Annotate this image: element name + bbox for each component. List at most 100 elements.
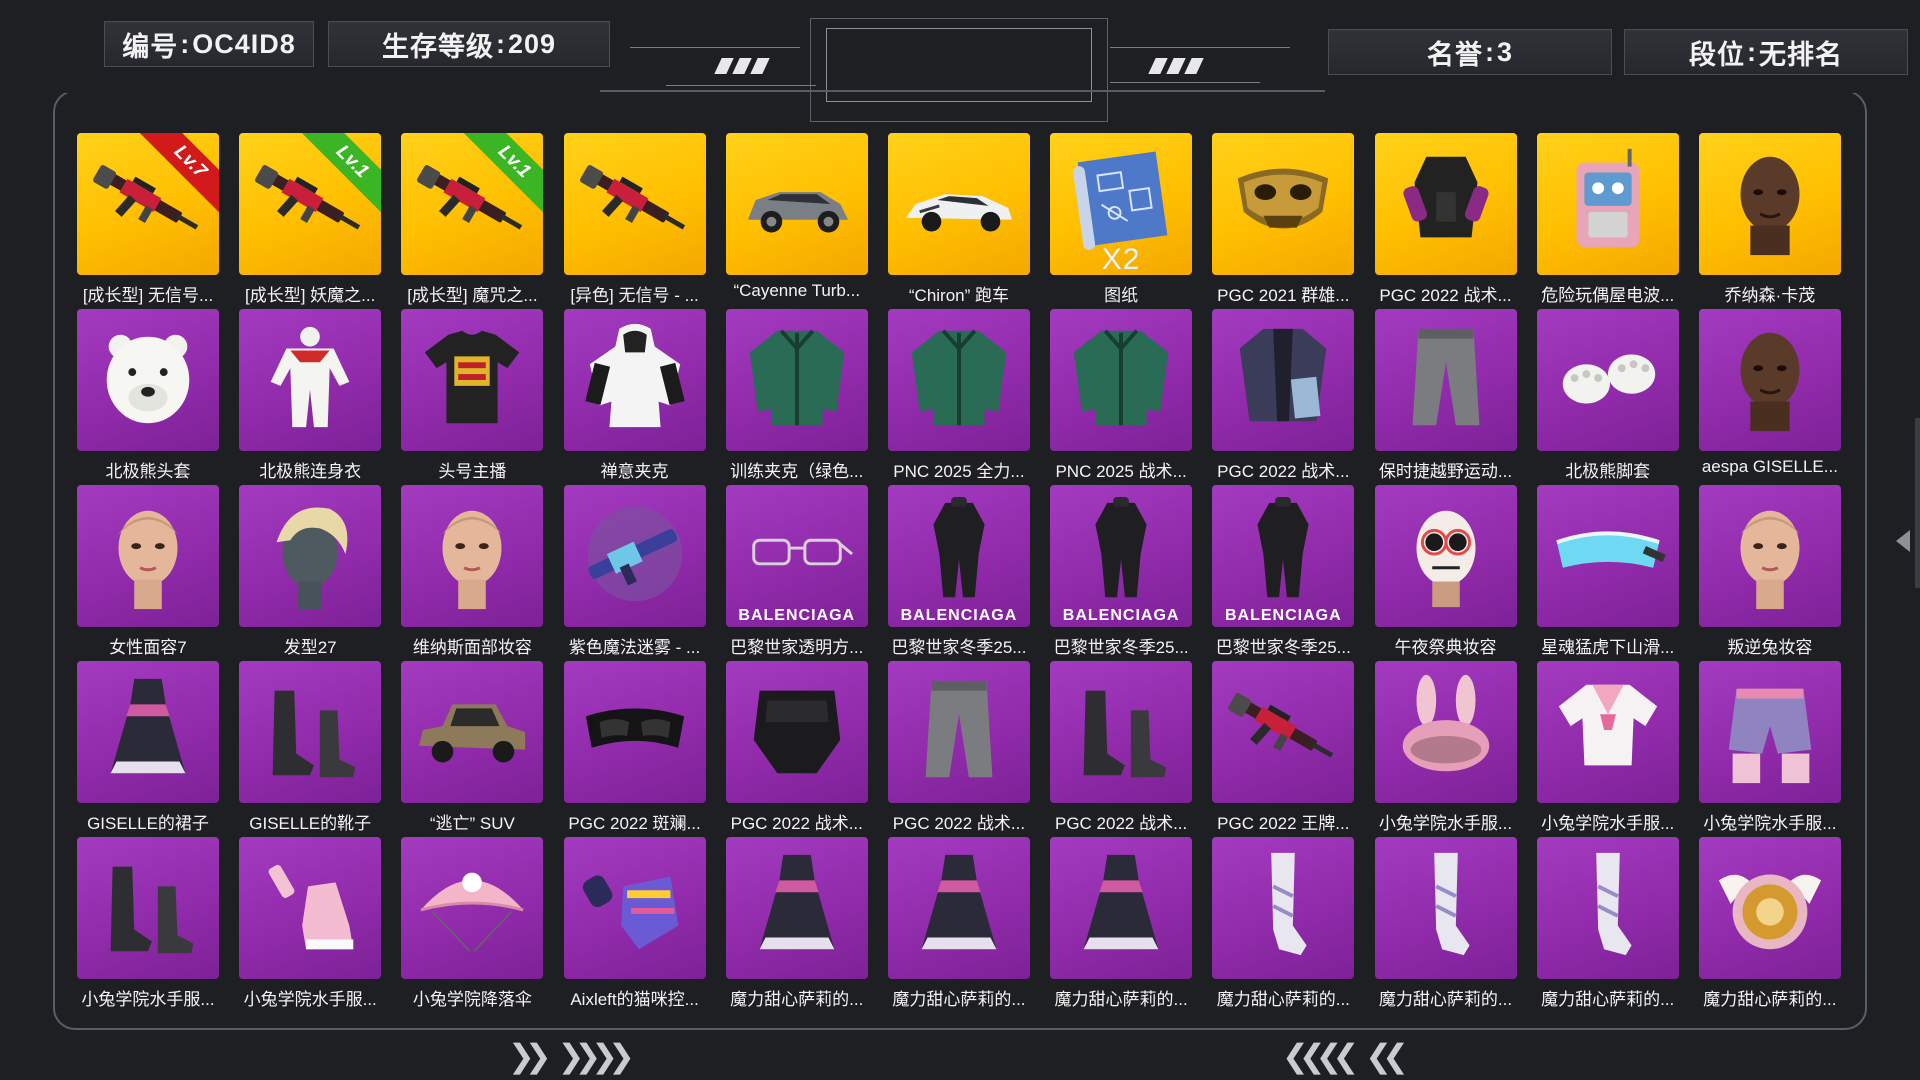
item-tile[interactable]: [563, 309, 706, 451]
inventory-item[interactable]: 北极熊脚套: [1536, 309, 1679, 481]
inventory-item[interactable]: GISELLE的裙子: [77, 661, 219, 833]
inventory-item[interactable]: 北极熊连身衣: [239, 309, 382, 481]
inventory-item[interactable]: 小兔学院水手服...: [1536, 661, 1679, 833]
item-tile[interactable]: [77, 837, 219, 979]
item-tile[interactable]: [887, 133, 1030, 275]
inventory-item[interactable]: PGC 2022 王牌...: [1212, 661, 1355, 833]
item-tile[interactable]: [887, 309, 1030, 451]
item-tile[interactable]: [563, 661, 706, 803]
inventory-item[interactable]: 保时捷越野运动...: [1374, 309, 1517, 481]
inventory-item[interactable]: 女性面容7: [77, 485, 219, 657]
inventory-item[interactable]: 训练夹克（绿色...: [725, 309, 868, 481]
item-tile[interactable]: [239, 661, 382, 803]
item-tile[interactable]: [1374, 661, 1517, 803]
item-tile[interactable]: [1212, 837, 1355, 979]
item-tile[interactable]: BALENCIAGA: [887, 485, 1030, 627]
inventory-item[interactable]: PNC 2025 全力...: [887, 309, 1030, 481]
inventory-item[interactable]: PGC 2022 战术...: [887, 661, 1030, 833]
inventory-item[interactable]: 乔纳森·卡茂: [1698, 133, 1841, 305]
item-tile[interactable]: [77, 309, 219, 451]
inventory-item[interactable]: 发型27: [239, 485, 382, 657]
inventory-item[interactable]: PGC 2021 群雄...: [1212, 133, 1355, 305]
item-tile[interactable]: [1698, 661, 1841, 803]
item-tile[interactable]: BALENCIAGA: [1050, 485, 1193, 627]
inventory-item[interactable]: 小兔学院水手服...: [1698, 661, 1841, 833]
inventory-item[interactable]: 小兔学院降落伞: [401, 837, 544, 1009]
item-tile[interactable]: [401, 309, 544, 451]
item-tile[interactable]: [77, 661, 219, 803]
item-tile[interactable]: [239, 309, 382, 451]
inventory-item[interactable]: 北极熊头套: [77, 309, 219, 481]
item-tile[interactable]: [1374, 485, 1517, 627]
inventory-item[interactable]: PNC 2025 战术...: [1050, 309, 1193, 481]
item-tile[interactable]: X2: [1050, 133, 1193, 275]
inventory-item[interactable]: 魔力甜心萨莉的...: [725, 837, 868, 1009]
inventory-item[interactable]: 星魂猛虎下山滑...: [1536, 485, 1679, 657]
item-tile[interactable]: [887, 837, 1030, 979]
inventory-item[interactable]: 叛逆兔妆容: [1698, 485, 1841, 657]
inventory-item[interactable]: 魔力甜心萨莉的...: [1698, 837, 1841, 1009]
item-tile[interactable]: [1536, 133, 1679, 275]
item-tile[interactable]: [1698, 309, 1841, 451]
inventory-item[interactable]: BALENCIAGA 巴黎世家冬季25...: [1212, 485, 1355, 657]
inventory-item[interactable]: 危险玩偶屋电波...: [1536, 133, 1679, 305]
item-tile[interactable]: Lv.1: [239, 133, 382, 275]
inventory-item[interactable]: 小兔学院水手服...: [77, 837, 219, 1009]
inventory-item[interactable]: 魔力甜心萨莉的...: [1212, 837, 1355, 1009]
item-tile[interactable]: [401, 485, 544, 627]
item-tile[interactable]: [1698, 485, 1841, 627]
item-tile[interactable]: BALENCIAGA: [725, 485, 868, 627]
item-tile[interactable]: Lv.1: [401, 133, 544, 275]
inventory-item[interactable]: PGC 2022 战术...: [1374, 133, 1517, 305]
scroll-left-arrows[interactable]: ❮❮❮❮ ❮❮: [1282, 1037, 1409, 1075]
inventory-item[interactable]: BALENCIAGA 巴黎世家冬季25...: [887, 485, 1030, 657]
inventory-item[interactable]: [异色] 无信号 - ...: [563, 133, 706, 305]
inventory-item[interactable]: “Chiron” 跑车: [887, 133, 1030, 305]
inventory-item[interactable]: Lv.1 [成长型] 妖魔之...: [239, 133, 382, 305]
item-tile[interactable]: [563, 485, 706, 627]
item-tile[interactable]: [1050, 661, 1193, 803]
item-tile[interactable]: [1536, 485, 1679, 627]
item-tile[interactable]: [1374, 309, 1517, 451]
item-tile[interactable]: [1536, 661, 1679, 803]
item-tile[interactable]: [563, 837, 706, 979]
item-tile[interactable]: [725, 661, 868, 803]
side-panel-arrow-icon[interactable]: [1896, 530, 1910, 552]
inventory-item[interactable]: Aixleft的猫咪控...: [563, 837, 706, 1009]
inventory-item[interactable]: 小兔学院水手服...: [1374, 661, 1517, 833]
item-tile[interactable]: BALENCIAGA: [1212, 485, 1355, 627]
item-tile[interactable]: [887, 661, 1030, 803]
item-tile[interactable]: [725, 309, 868, 451]
item-tile[interactable]: [77, 485, 219, 627]
inventory-item[interactable]: X2 图纸: [1050, 133, 1193, 305]
inventory-item[interactable]: PGC 2022 战术...: [1050, 661, 1193, 833]
inventory-item[interactable]: 紫色魔法迷雾 - ...: [563, 485, 706, 657]
item-tile[interactable]: [239, 485, 382, 627]
item-tile[interactable]: [1050, 837, 1193, 979]
inventory-item[interactable]: 魔力甜心萨莉的...: [887, 837, 1030, 1009]
inventory-item[interactable]: PGC 2022 斑斓...: [563, 661, 706, 833]
item-tile[interactable]: [401, 837, 544, 979]
item-tile[interactable]: [1374, 133, 1517, 275]
inventory-item[interactable]: “Cayenne Turb...: [725, 133, 868, 300]
item-tile[interactable]: [1212, 133, 1355, 275]
inventory-item[interactable]: PGC 2022 战术...: [1212, 309, 1355, 481]
inventory-item[interactable]: Lv.7 [成长型] 无信号...: [77, 133, 219, 305]
item-tile[interactable]: [563, 133, 706, 275]
inventory-item[interactable]: 魔力甜心萨莉的...: [1536, 837, 1679, 1009]
inventory-item[interactable]: 午夜祭典妆容: [1374, 485, 1517, 657]
item-tile[interactable]: [401, 661, 544, 803]
inventory-item[interactable]: 魔力甜心萨莉的...: [1050, 837, 1193, 1009]
item-tile[interactable]: [1212, 309, 1355, 451]
item-tile[interactable]: [1212, 661, 1355, 803]
inventory-item[interactable]: 头号主播: [401, 309, 544, 481]
item-tile[interactable]: [1050, 309, 1193, 451]
inventory-item[interactable]: 魔力甜心萨莉的...: [1374, 837, 1517, 1009]
inventory-item[interactable]: 禅意夹克: [563, 309, 706, 481]
item-tile[interactable]: [1698, 837, 1841, 979]
item-tile[interactable]: [725, 133, 868, 275]
scrollbar[interactable]: [1915, 418, 1920, 588]
item-tile[interactable]: [239, 837, 382, 979]
item-tile[interactable]: [1536, 837, 1679, 979]
inventory-item[interactable]: Lv.1 [成长型] 魔咒之...: [401, 133, 544, 305]
